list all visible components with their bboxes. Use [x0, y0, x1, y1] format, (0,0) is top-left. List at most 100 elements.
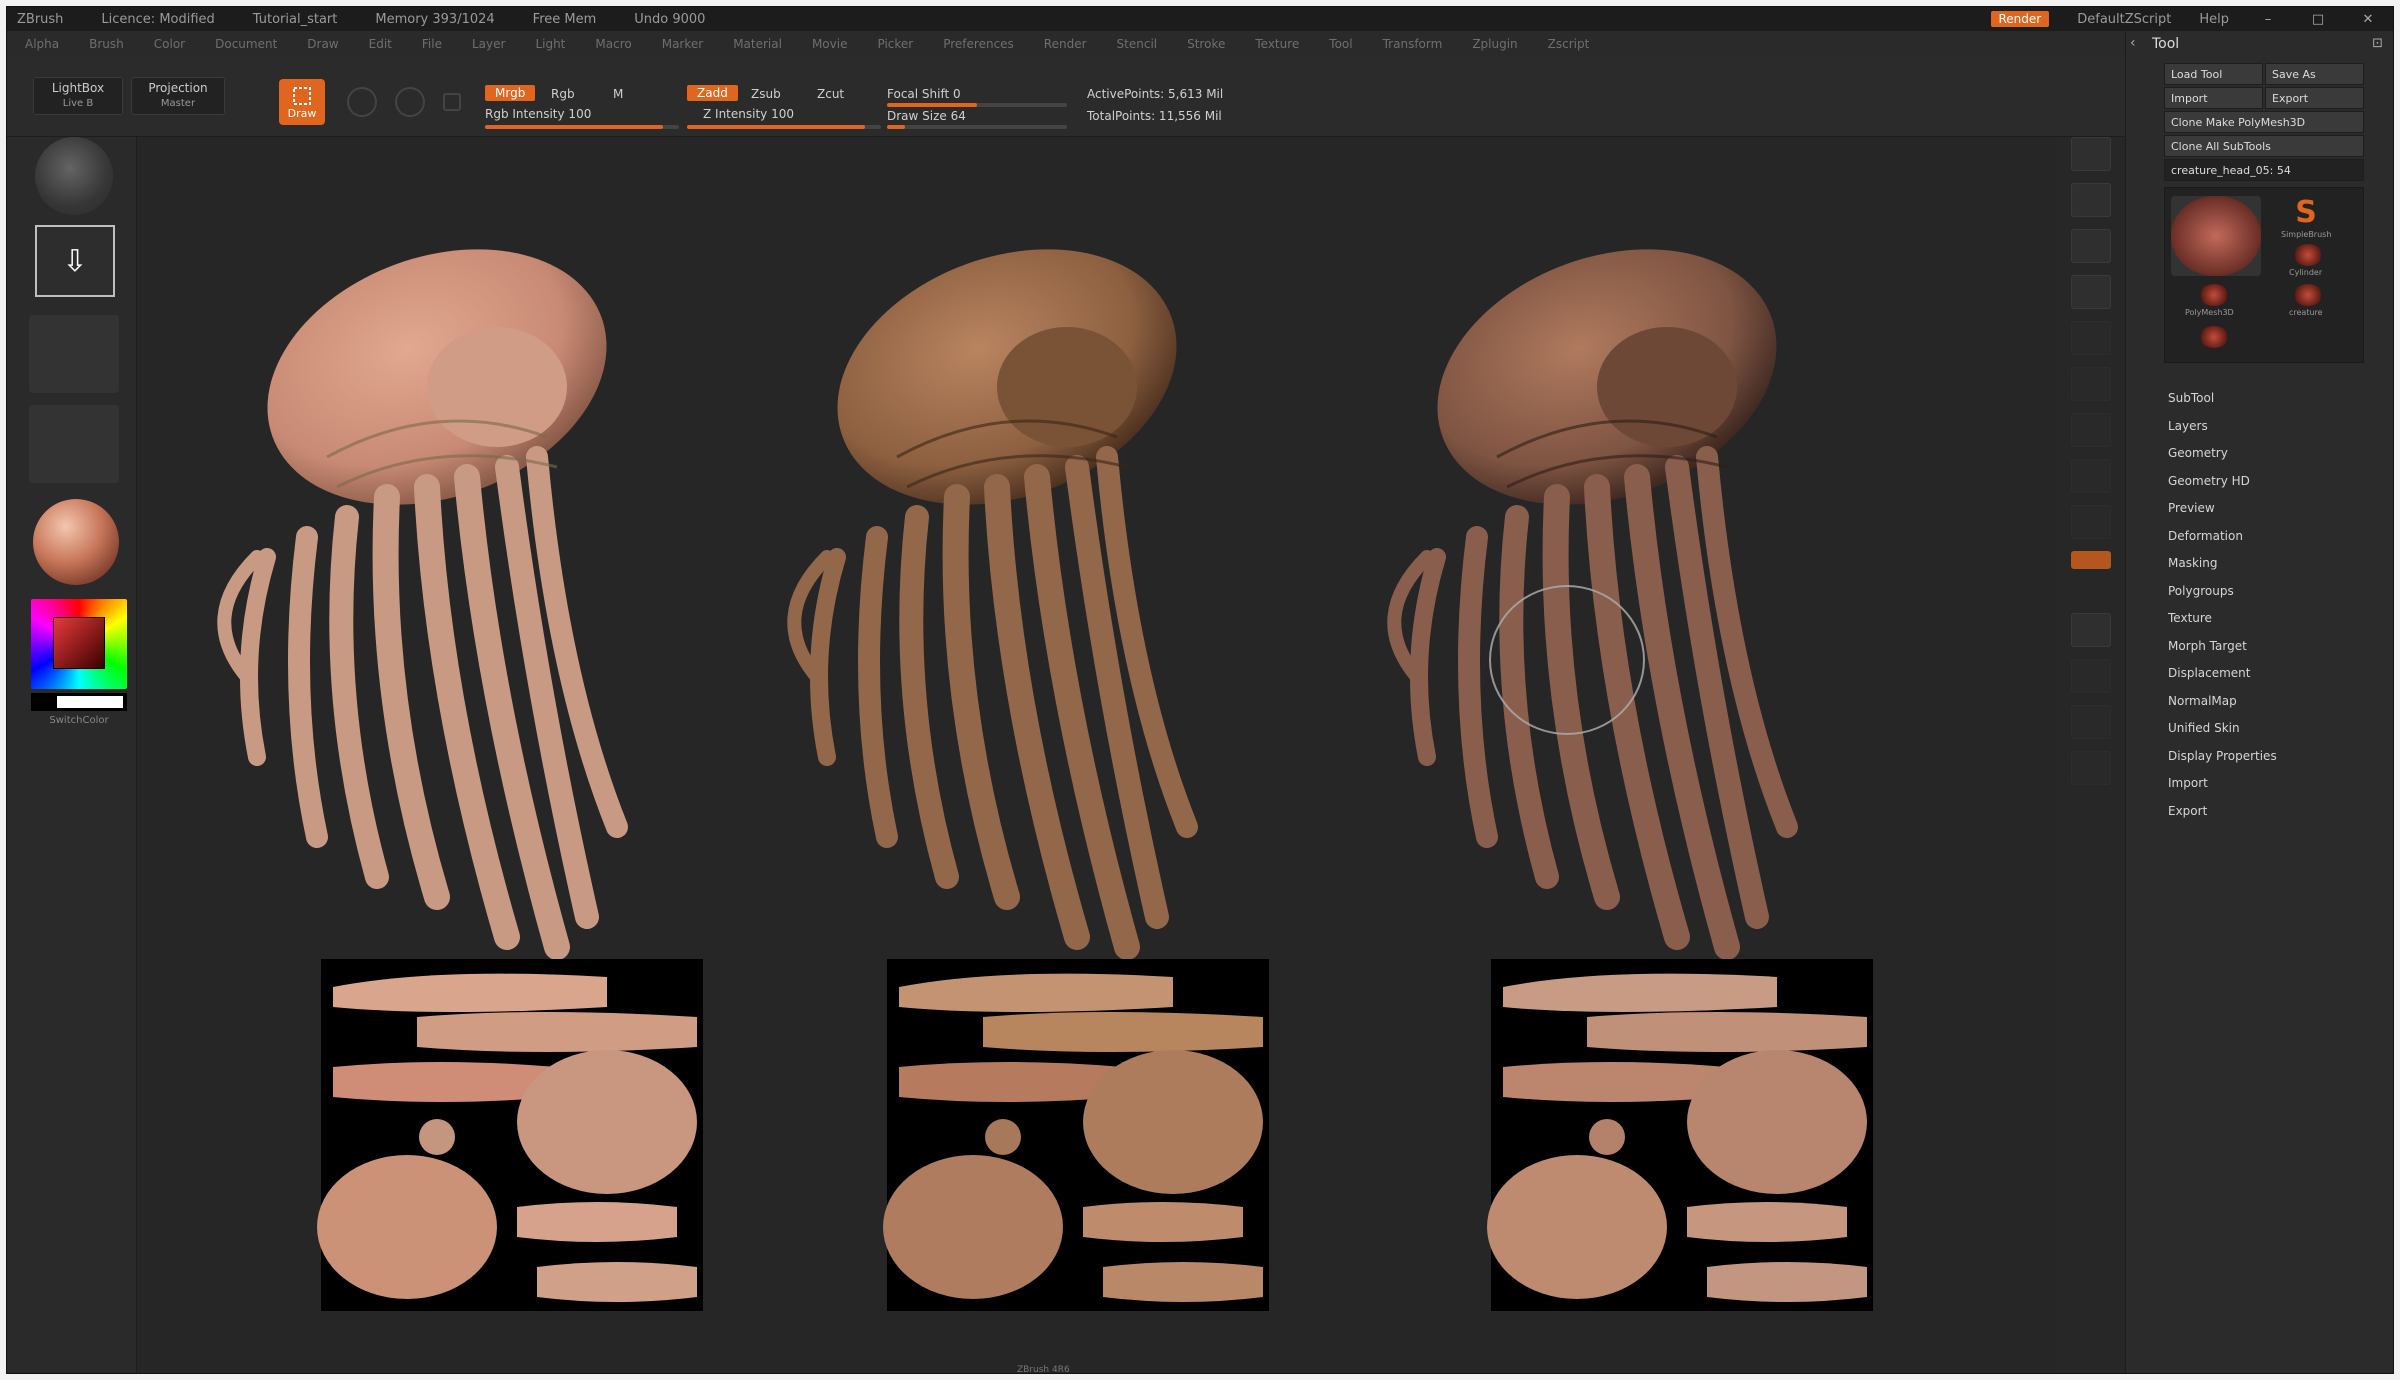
switch-color-label[interactable]: SwitchColor	[31, 715, 127, 726]
menu-item-render[interactable]: Render	[1044, 37, 1087, 51]
menu-item-tool[interactable]: Tool	[1329, 37, 1352, 51]
menu-item-draw[interactable]: Draw	[307, 37, 338, 51]
subpalette-unified-skin[interactable]: Unified Skin	[2168, 715, 2277, 743]
subpalette-display-properties[interactable]: Display Properties	[2168, 743, 2277, 771]
xyz-rotate-icon[interactable]	[2071, 551, 2111, 569]
bpr-render-icon[interactable]	[2071, 137, 2111, 171]
menu-item-picker[interactable]: Picker	[877, 37, 913, 51]
menu-item-macro[interactable]: Macro	[595, 37, 631, 51]
load-tool-button[interactable]: Load Tool	[2164, 63, 2263, 85]
help-button[interactable]: Help	[2199, 12, 2229, 27]
viewport-canvas[interactable]: ZBrush 4R6	[137, 137, 2057, 1373]
cylinder-thumb[interactable]	[2293, 244, 2323, 266]
alpha-selector[interactable]	[29, 315, 119, 393]
render-menu-button[interactable]: Render	[1990, 11, 2050, 27]
zadd-toggle[interactable]: Zadd	[687, 85, 738, 101]
menu-item-alpha[interactable]: Alpha	[25, 37, 59, 51]
subpalette-layers[interactable]: Layers	[2168, 413, 2277, 441]
subpalette-subtool[interactable]: SubTool	[2168, 385, 2277, 413]
material-selector[interactable]	[33, 499, 119, 585]
zcut-toggle[interactable]: Zcut	[817, 87, 844, 101]
subpalette-morph-target[interactable]: Morph Target	[2168, 633, 2277, 661]
subpalette-deformation[interactable]: Deformation	[2168, 523, 2277, 551]
menu-item-material[interactable]: Material	[733, 37, 782, 51]
menu-item-preferences[interactable]: Preferences	[943, 37, 1014, 51]
m-toggle[interactable]: M	[613, 87, 623, 101]
aahalf-icon[interactable]	[2071, 321, 2111, 355]
default-zscript-button[interactable]: DefaultZScript	[2077, 12, 2171, 27]
secondary-color-swatch[interactable]	[57, 696, 123, 708]
move-icon[interactable]	[2071, 659, 2111, 693]
subpalette-normalmap[interactable]: NormalMap	[2168, 688, 2277, 716]
zoom-icon[interactable]	[2071, 229, 2111, 263]
palette-pin-icon[interactable]: ⊡	[2372, 36, 2383, 51]
subpalette-masking[interactable]: Masking	[2168, 550, 2277, 578]
frame-icon[interactable]	[2071, 613, 2111, 647]
lightbox-button[interactable]: LightBox Live B	[33, 77, 123, 115]
stroke-selector[interactable]: ⇩	[35, 225, 115, 297]
brush-selector-icon[interactable]	[35, 137, 113, 215]
menu-item-light[interactable]: Light	[535, 37, 565, 51]
close-icon[interactable]: ✕	[2357, 12, 2379, 27]
actual-size-icon[interactable]	[2071, 275, 2111, 309]
local-icon[interactable]	[2071, 459, 2111, 493]
menu-item-zplugin[interactable]: Zplugin	[1472, 37, 1517, 51]
subpalette-geometry[interactable]: Geometry	[2168, 440, 2277, 468]
menu-item-brush[interactable]: Brush	[89, 37, 124, 51]
import-button[interactable]: Import	[2164, 87, 2263, 109]
floor-icon[interactable]	[2071, 413, 2111, 447]
zsub-toggle[interactable]: Zsub	[751, 87, 781, 101]
menu-item-edit[interactable]: Edit	[369, 37, 392, 51]
rotate-mode-icon[interactable]	[443, 93, 461, 111]
draw-size-slider[interactable]	[887, 125, 1067, 129]
subpalette-preview[interactable]: Preview	[2168, 495, 2277, 523]
simplebrush-icon[interactable]: S	[2289, 198, 2323, 228]
maximize-icon[interactable]: □	[2307, 12, 2329, 27]
subpalette-polygroups[interactable]: Polygroups	[2168, 578, 2277, 606]
subpalette-geometry-hd[interactable]: Geometry HD	[2168, 468, 2277, 496]
lsym-icon[interactable]	[2071, 505, 2111, 539]
subpalette-displacement[interactable]: Displacement	[2168, 660, 2277, 688]
menu-item-transform[interactable]: Transform	[1383, 37, 1443, 51]
current-tool-slider[interactable]: creature_head_05: 54	[2164, 159, 2364, 181]
color-swatches[interactable]	[31, 693, 127, 711]
tool-palette-header[interactable]: ‹ Tool ⊡	[2126, 31, 2393, 57]
color-saturation-square[interactable]	[53, 617, 105, 669]
extra-tool-thumb[interactable]	[2199, 326, 2229, 348]
minimize-icon[interactable]: –	[2257, 12, 2279, 27]
move-mode-icon[interactable]	[347, 87, 377, 117]
rgb-toggle[interactable]: Rgb	[551, 87, 575, 101]
focal-shift-slider[interactable]	[887, 103, 1067, 107]
mrgb-toggle[interactable]: Mrgb	[485, 85, 536, 101]
menu-item-marker[interactable]: Marker	[662, 37, 703, 51]
menu-item-file[interactable]: File	[422, 37, 442, 51]
rgb-intensity-slider[interactable]	[485, 125, 679, 129]
subpalette-import[interactable]: Import	[2168, 770, 2277, 798]
draw-mode-button[interactable]: Draw	[279, 79, 325, 125]
menu-item-stencil[interactable]: Stencil	[1117, 37, 1158, 51]
clone-all-subtools-button[interactable]: Clone All SubTools	[2164, 135, 2364, 157]
menu-item-color[interactable]: Color	[154, 37, 185, 51]
persp-icon[interactable]	[2071, 367, 2111, 401]
scale-mode-icon[interactable]	[395, 87, 425, 117]
subpalette-texture[interactable]: Texture	[2168, 605, 2277, 633]
clone-make-polymesh-button[interactable]: Clone Make PolyMesh3D	[2164, 111, 2364, 133]
menu-item-document[interactable]: Document	[215, 37, 277, 51]
color-picker[interactable]	[31, 599, 127, 689]
polymesh-thumb[interactable]	[2199, 284, 2229, 306]
menu-item-movie[interactable]: Movie	[812, 37, 848, 51]
subpalette-export[interactable]: Export	[2168, 798, 2277, 826]
menu-item-layer[interactable]: Layer	[472, 37, 505, 51]
current-tool-thumbnail[interactable]	[2171, 196, 2261, 276]
scale-icon[interactable]	[2071, 705, 2111, 739]
rotate-icon[interactable]	[2071, 751, 2111, 785]
menu-item-stroke[interactable]: Stroke	[1187, 37, 1225, 51]
creature-thumb[interactable]	[2293, 284, 2323, 306]
menu-item-texture[interactable]: Texture	[1255, 37, 1299, 51]
palette-collapse-icon[interactable]: ‹	[2130, 35, 2136, 51]
texture-selector[interactable]	[29, 405, 119, 483]
z-intensity-slider[interactable]	[687, 125, 881, 129]
save-as-button[interactable]: Save As	[2265, 63, 2364, 85]
export-button[interactable]: Export	[2265, 87, 2364, 109]
projection-master-button[interactable]: Projection Master	[131, 77, 225, 115]
